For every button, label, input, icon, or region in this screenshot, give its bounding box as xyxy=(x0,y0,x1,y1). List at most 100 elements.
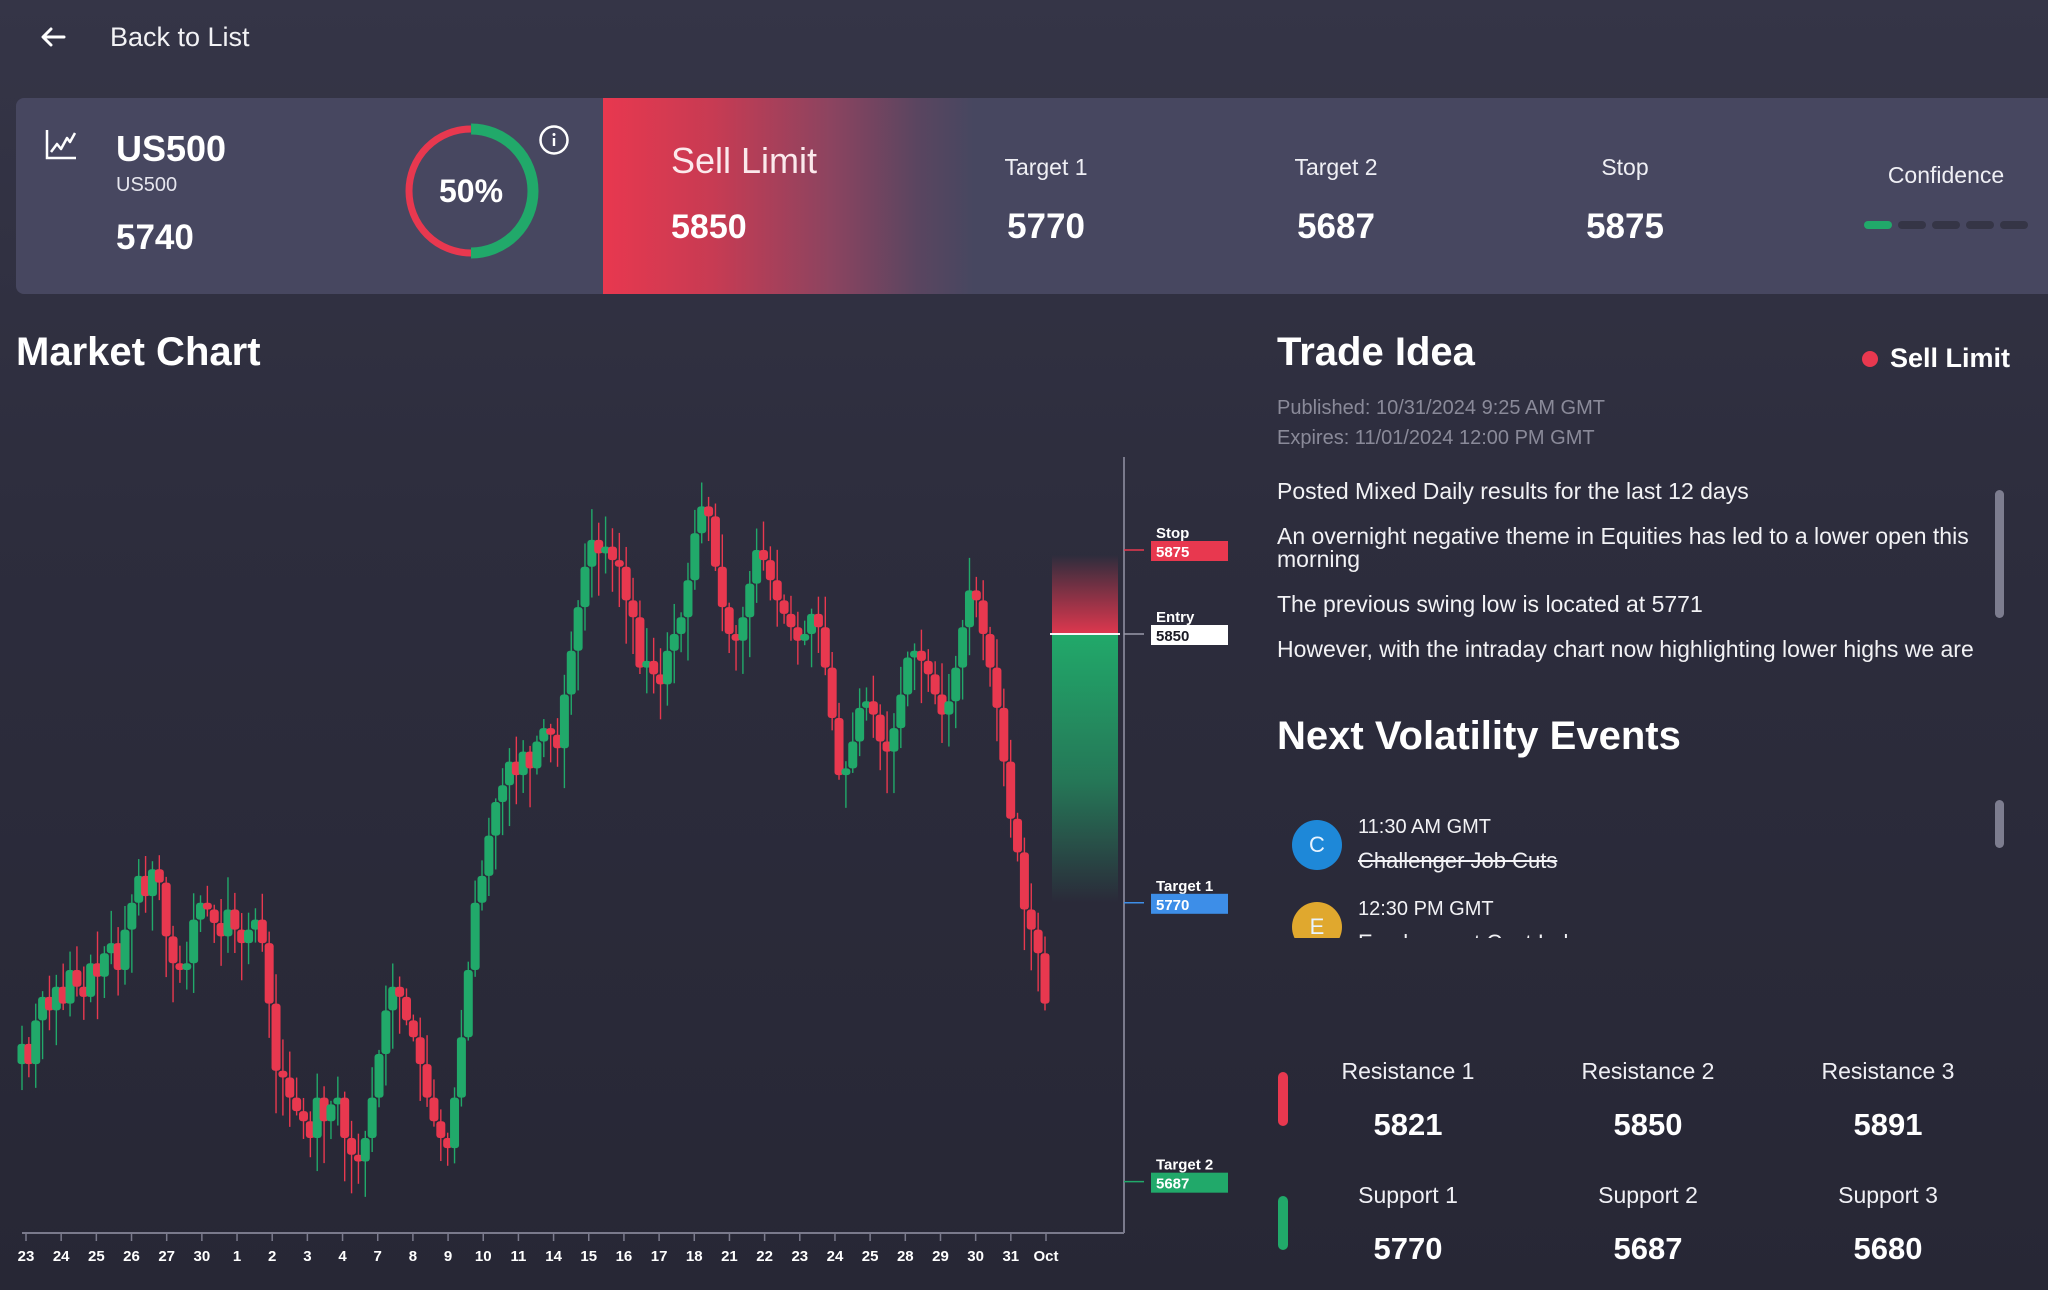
candle-body xyxy=(978,600,988,634)
candle-body xyxy=(999,707,1009,762)
candle xyxy=(951,655,961,729)
candle-body xyxy=(360,1138,370,1162)
candle-body xyxy=(841,768,851,776)
x-tick-label: 28 xyxy=(897,1248,914,1265)
candle-body xyxy=(896,694,906,729)
level-value: 5770 xyxy=(1373,1231,1443,1266)
candle xyxy=(230,892,240,954)
candle-body xyxy=(278,1070,288,1078)
candle-body xyxy=(374,1054,384,1098)
x-tick-label: 7 xyxy=(374,1248,382,1265)
x-tick-label: 3 xyxy=(303,1248,311,1265)
candle-body xyxy=(834,718,844,776)
event-avatar: C xyxy=(1292,820,1342,870)
events-scrollbar[interactable] xyxy=(1995,800,2004,848)
candle-body xyxy=(168,936,178,964)
candle-body xyxy=(772,580,782,601)
candle-body xyxy=(786,613,796,628)
candle-body xyxy=(264,943,274,1004)
x-tick-label: 1 xyxy=(233,1248,241,1265)
gauge-percent: 50% xyxy=(438,172,504,209)
event-time: 11:30 AM GMT xyxy=(1358,816,1492,838)
candle xyxy=(1019,837,1029,951)
candle-body xyxy=(759,550,769,561)
idea-paragraph: The previous swing low is located at 577… xyxy=(1277,591,1703,617)
x-tick-label: 4 xyxy=(338,1248,347,1265)
order-type-highlight xyxy=(603,98,973,294)
x-tick-label: 31 xyxy=(1002,1248,1019,1265)
confidence-bar xyxy=(1966,221,1994,229)
candle-body xyxy=(436,1121,446,1138)
candle-body xyxy=(614,560,624,567)
candle xyxy=(326,1100,336,1140)
x-tick-label: 24 xyxy=(827,1248,844,1265)
support-1: Support 1 5770 xyxy=(1308,1182,1508,1267)
confidence-meter: Confidence xyxy=(1856,162,2036,229)
x-tick-label: 11 xyxy=(510,1248,526,1265)
confidence-bar xyxy=(1932,221,1960,229)
candle-body xyxy=(456,1037,466,1098)
trade-idea-badge: Sell Limit xyxy=(1862,343,2010,374)
volatility-events-list[interactable]: C 11:30 AM GMT Challenger Job Cuts E 12:… xyxy=(1290,808,1990,938)
support-2: Support 2 5687 xyxy=(1548,1182,1748,1267)
candle-body xyxy=(669,634,679,651)
candle-body xyxy=(498,785,508,802)
candle xyxy=(257,893,267,952)
back-to-list-button[interactable]: Back to List xyxy=(40,14,250,60)
candle xyxy=(285,1051,295,1127)
event-avatar: E xyxy=(1292,902,1342,938)
candle-body xyxy=(72,970,82,987)
candle-body xyxy=(704,506,714,517)
resistance-2: Resistance 2 5850 xyxy=(1548,1058,1748,1143)
idea-paragraph: An overnight negative theme in Equities … xyxy=(1277,523,1969,572)
x-tick-label: 26 xyxy=(123,1248,140,1265)
status-dot-icon xyxy=(1862,350,1878,367)
candle-body xyxy=(257,919,267,944)
candlestick-chart[interactable]: 23 24 25 26 27 30 1 2 3 4 7 8 9 10 11 14 15 16 17 18 21 22 23 2… xyxy=(0,440,1260,1280)
candle-body xyxy=(662,650,672,685)
candle-body xyxy=(161,882,171,937)
x-tick-label: 24 xyxy=(53,1248,70,1265)
candle-body xyxy=(381,1010,391,1054)
candle-body xyxy=(889,728,899,752)
x-tick-label: 10 xyxy=(475,1248,492,1265)
level-label: Resistance 1 xyxy=(1341,1058,1475,1084)
candle xyxy=(450,1087,460,1164)
event-item[interactable]: C 11:30 AM GMT Challenger Job Cuts xyxy=(1290,808,1990,890)
back-to-list-label: Back to List xyxy=(110,21,250,52)
level-price: 5875 xyxy=(1156,544,1189,561)
candle xyxy=(244,912,254,965)
candle-body xyxy=(340,1097,350,1138)
metric-value: 5875 xyxy=(1586,207,1664,246)
candle xyxy=(51,974,61,1046)
info-icon[interactable] xyxy=(538,124,570,156)
trade-idea-scrollbar[interactable] xyxy=(1995,490,2004,618)
candle-body xyxy=(573,607,583,651)
candle-body xyxy=(855,707,865,742)
candle xyxy=(820,596,830,676)
event-item[interactable]: E 12:30 PM GMT Employment Cost Index xyxy=(1290,890,1990,938)
candle-body xyxy=(532,741,542,769)
x-tick-label: 14 xyxy=(545,1248,562,1265)
candle-body xyxy=(827,667,837,718)
candle-body xyxy=(120,929,130,970)
candle-body xyxy=(463,970,473,1038)
candle-body xyxy=(298,1111,308,1122)
resistance-indicator xyxy=(1278,1072,1288,1126)
candle-body xyxy=(202,902,212,910)
metric-value: 5687 xyxy=(1297,207,1375,246)
candle-body xyxy=(1033,929,1043,954)
market-chart[interactable]: 23 24 25 26 27 30 1 2 3 4 7 8 9 10 11 14 15 16 17 18 21 22 23 2… xyxy=(0,440,1260,1280)
candle-body xyxy=(395,986,405,997)
candle-body xyxy=(271,1003,281,1071)
candle-body xyxy=(484,835,494,876)
x-tick-label: 25 xyxy=(862,1248,879,1265)
trade-idea-text[interactable]: Posted Mixed Daily results for the last … xyxy=(1277,480,1987,680)
level-name: Target 1 xyxy=(1156,878,1213,895)
symbol-subtitle: US500 xyxy=(116,174,178,196)
candle-body xyxy=(944,701,954,715)
resistance-3: Resistance 3 5891 xyxy=(1788,1058,1988,1143)
candle-body xyxy=(546,728,556,735)
x-tick-label: Oct xyxy=(1033,1248,1058,1265)
event-time: 12:30 PM GMT xyxy=(1358,898,1494,920)
